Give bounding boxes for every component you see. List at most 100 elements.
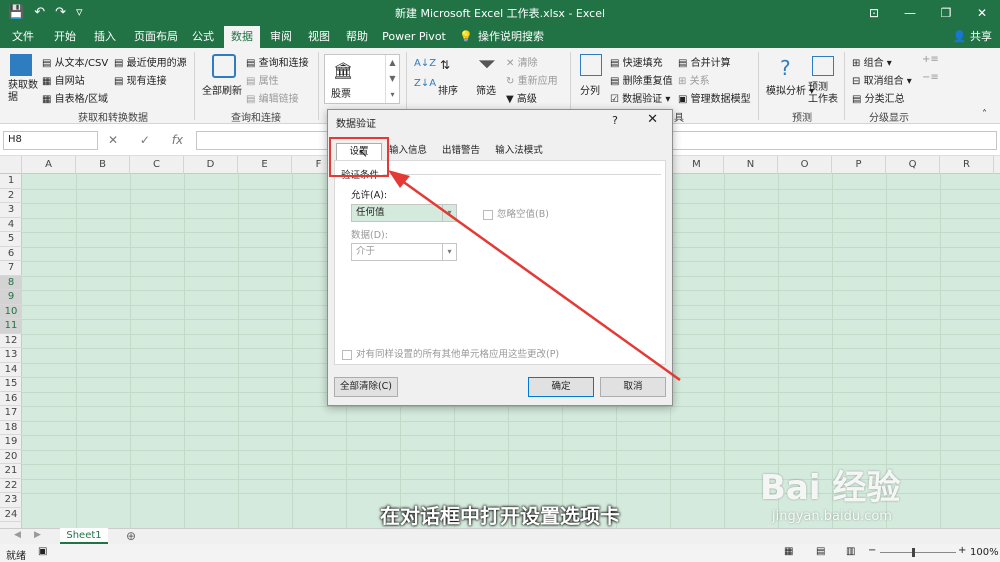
row-header[interactable]: 6 [0,247,22,261]
row-header[interactable]: 2 [0,189,22,203]
tab-page-layout[interactable]: 页面布局 [128,26,184,48]
apply-all-checkbox[interactable]: 对有同样设置的所有其他单元格应用这些更改(P) [342,346,559,360]
row-header[interactable]: 22 [0,479,22,493]
share-button[interactable]: 👤 共享 [953,26,992,48]
column-header[interactable]: P [832,156,886,174]
column-header[interactable]: Q [886,156,940,174]
column-header[interactable]: E [238,156,292,174]
advanced-button[interactable]: ▼ 高级 [506,90,537,105]
tab-formulas[interactable]: 公式 [186,26,220,48]
properties-button[interactable]: ▤ 属性 [246,72,279,87]
zoom-slider-thumb[interactable] [912,548,915,557]
scroll-left-icon[interactable]: ◀ [14,530,21,540]
refresh-all-button[interactable]: 全部刷新 [202,82,242,97]
enter-icon[interactable]: ✓ [140,133,150,147]
row-header[interactable]: 15 [0,377,22,392]
scroll-right-icon[interactable]: ▶ [34,530,41,540]
sort-descending-icon[interactable]: Z↓A [414,78,436,89]
tab-power-pivot[interactable]: Power Pivot [382,26,446,48]
tab-review[interactable]: 审阅 [264,26,298,48]
filter-button[interactable]: 筛选 [476,82,496,97]
name-box[interactable]: H8 [3,131,98,150]
row-header[interactable]: 13 [0,348,22,363]
close-window-icon[interactable]: ✕ [964,0,1000,26]
row-header[interactable]: 8 [0,275,22,290]
insert-function-icon[interactable]: fx [172,133,183,147]
row-header[interactable]: 20 [0,450,22,464]
stocks-button[interactable]: 股票 [331,85,351,100]
restore-icon[interactable]: ❐ [928,0,964,26]
data-validation-button[interactable]: ☑ 数据验证 ▾ [610,90,670,105]
text-to-columns-button[interactable]: 分列 [580,82,600,97]
column-header[interactable]: D [184,156,238,174]
tab-help[interactable]: 帮助 [340,26,374,48]
row-header[interactable]: 3 [0,203,22,218]
existing-connections-button[interactable]: ▤ 现有连接 [114,72,167,87]
data-types-gallery[interactable]: 🏛 股票 ▲ ▼ ▾ [324,54,400,104]
clear-all-button[interactable]: 全部清除(C) [334,377,398,397]
ok-button[interactable]: 确定 [528,377,594,397]
show-detail-icon[interactable]: +≡ [922,54,939,65]
row-header[interactable]: 7 [0,261,22,276]
what-if-analysis-button[interactable]: 模拟分析 ▾ [766,82,814,97]
normal-view-icon[interactable]: ▦ [784,546,793,557]
cancel-icon[interactable]: ✕ [108,133,118,147]
zoom-slider[interactable] [880,552,956,553]
column-header[interactable]: B [76,156,130,174]
from-text-csv-button[interactable]: ▤ 从文本/CSV [42,54,108,69]
row-header[interactable]: 12 [0,334,22,348]
column-header[interactable]: C [130,156,184,174]
sort-button[interactable]: 排序 [438,82,458,97]
column-header[interactable]: M [670,156,724,174]
minimize-icon[interactable]: — [892,0,928,26]
group-button[interactable]: ⊞ 组合 ▾ [852,54,892,69]
zoom-out-icon[interactable]: − [868,545,876,556]
from-table-button[interactable]: ▦ 自表格/区域 [42,90,108,105]
cancel-button[interactable]: 取消 [600,377,666,397]
row-header[interactable]: 17 [0,406,22,421]
tab-ime-mode[interactable]: 输入法模式 [490,143,548,160]
tab-data[interactable]: 数据 [224,26,260,48]
hide-detail-icon[interactable]: −≡ [922,72,939,83]
gallery-scroll-icon[interactable]: ▲ ▼ ▾ [385,55,399,103]
consolidate-button[interactable]: ▤ 合并计算 [678,54,731,69]
queries-connections-button[interactable]: ▤ 查询和连接 [246,54,309,69]
column-header[interactable]: R [940,156,994,174]
ungroup-button[interactable]: ⊟ 取消组合 ▾ [852,72,912,87]
manage-data-model-button[interactable]: ▣ 管理数据模型 [678,90,751,105]
add-sheet-icon[interactable]: ⊕ [126,529,136,543]
subtotal-button[interactable]: ▤ 分类汇总 [852,90,905,105]
row-header[interactable]: 14 [0,363,22,377]
row-header[interactable]: 18 [0,421,22,435]
page-break-view-icon[interactable]: ▥ [846,546,855,557]
row-header[interactable]: 16 [0,392,22,406]
row-header[interactable]: 10 [0,304,22,319]
remove-duplicates-button[interactable]: ▤ 删除重复值 [610,72,673,87]
close-icon[interactable]: ✕ [647,112,658,127]
relationships-button[interactable]: ⊞ 关系 [678,72,710,87]
column-header[interactable]: A [22,156,76,174]
row-header[interactable]: 9 [0,290,22,305]
row-header[interactable]: 21 [0,464,22,479]
collapse-ribbon-icon[interactable]: ˄ [982,109,987,120]
row-header[interactable]: 11 [0,319,22,334]
get-data-button[interactable]: 获取数 据 [8,80,40,104]
help-icon[interactable]: ? [612,114,618,127]
macro-record-icon[interactable]: ▣ [38,546,47,557]
page-layout-view-icon[interactable]: ▤ [816,546,825,557]
tab-input-message[interactable]: 输入信息 [384,143,432,160]
edit-links-button[interactable]: ▤ 编辑链接 [246,90,299,105]
recent-sources-button[interactable]: ▤ 最近使用的源 [114,54,187,69]
tab-file[interactable]: 文件 [6,26,40,48]
ignore-blank-checkbox[interactable]: 忽略空值(B) [483,206,549,220]
allow-select[interactable]: 任何值 ▾ [351,204,457,222]
zoom-level[interactable]: 100% [970,547,999,558]
from-web-button[interactable]: ▦ 自网站 [42,72,85,87]
row-header[interactable]: 4 [0,218,22,232]
tell-me-search[interactable]: 操作说明搜索 [478,26,544,48]
sort-ascending-icon[interactable]: A↓Z [414,58,436,69]
select-all-corner[interactable] [0,156,22,174]
clear-button[interactable]: ✕ 清除 [506,54,538,69]
column-header[interactable]: N [724,156,778,174]
sheet-tab-sheet1[interactable]: Sheet1 [60,528,108,544]
